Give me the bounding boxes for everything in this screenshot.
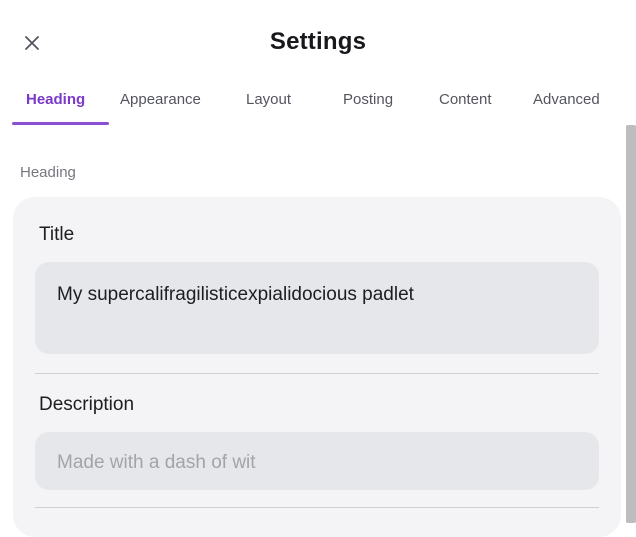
- tab-content[interactable]: Content: [439, 91, 492, 108]
- section-label: Heading: [20, 164, 76, 181]
- tab-layout[interactable]: Layout: [246, 91, 291, 108]
- tab-heading[interactable]: Heading: [26, 91, 85, 108]
- tab-appearance[interactable]: Appearance: [120, 91, 201, 108]
- title-label: Title: [39, 224, 75, 245]
- settings-header: Settings: [0, 0, 636, 80]
- title-field[interactable]: My supercalifragilisticexpialidocious pa…: [35, 262, 599, 354]
- description-label: Description: [39, 394, 135, 415]
- active-tab-indicator: [12, 122, 109, 125]
- scrollbar[interactable]: [626, 125, 636, 523]
- tab-advanced[interactable]: Advanced: [533, 91, 600, 108]
- settings-tabs: Heading Appearance Layout Posting Conten…: [0, 86, 636, 126]
- page-title: Settings: [269, 28, 367, 55]
- tab-posting[interactable]: Posting: [343, 91, 393, 108]
- divider: [35, 507, 599, 508]
- description-field[interactable]: Made with a dash of wit: [35, 432, 599, 490]
- divider: [35, 373, 599, 374]
